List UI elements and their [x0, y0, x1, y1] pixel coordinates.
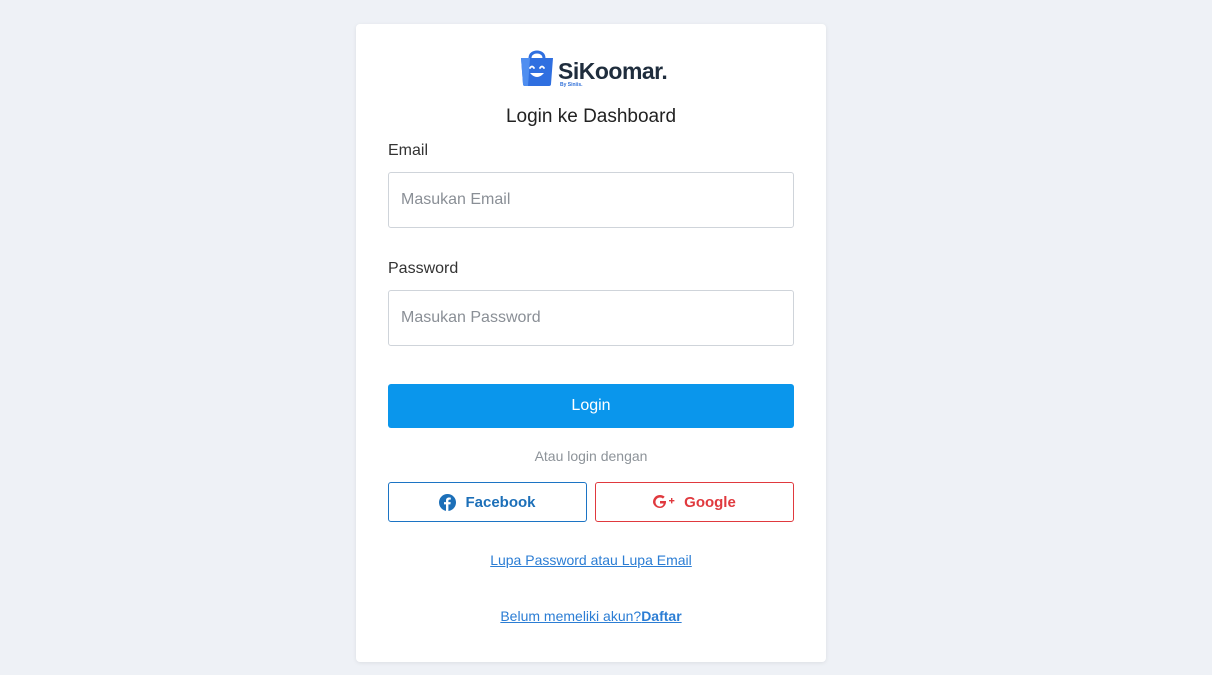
social-divider-text: Atau login dengan	[534, 448, 648, 464]
password-field[interactable]	[388, 290, 794, 346]
shopping-bag-smiley-icon	[521, 50, 553, 86]
brand-subtitle: By Siniis.	[560, 82, 583, 88]
login-button[interactable]: Login	[388, 384, 794, 428]
facebook-label: Facebook	[465, 493, 536, 511]
brand-wordmark: SiKoomar. By Siniis.	[558, 46, 668, 90]
register-row: Belum memeliki akun?Daftar	[356, 608, 826, 624]
brand-logo: SiKoomar. By Siniis.	[518, 46, 668, 90]
password-label: Password	[388, 260, 459, 277]
google-label: Google	[684, 493, 736, 511]
login-card: SiKoomar. By Siniis. Login ke Dashboard …	[356, 24, 826, 662]
page-title: Login ke Dashboard	[505, 106, 677, 127]
forgot-password-link[interactable]: Lupa Password atau Lupa Email	[490, 552, 692, 568]
email-label: Email	[388, 142, 429, 159]
facebook-login-button[interactable]: Facebook	[388, 482, 587, 522]
facebook-icon	[439, 493, 457, 511]
register-link[interactable]: Daftar	[641, 608, 681, 624]
forgot-link-row: Lupa Password atau Lupa Email	[356, 552, 826, 568]
google-login-button[interactable]: Google	[595, 482, 794, 522]
no-account-link[interactable]: Belum memeliki akun?	[500, 608, 641, 624]
email-field[interactable]	[388, 172, 794, 228]
brand-name: SiKoomar.	[558, 58, 668, 84]
google-plus-icon	[653, 495, 675, 509]
